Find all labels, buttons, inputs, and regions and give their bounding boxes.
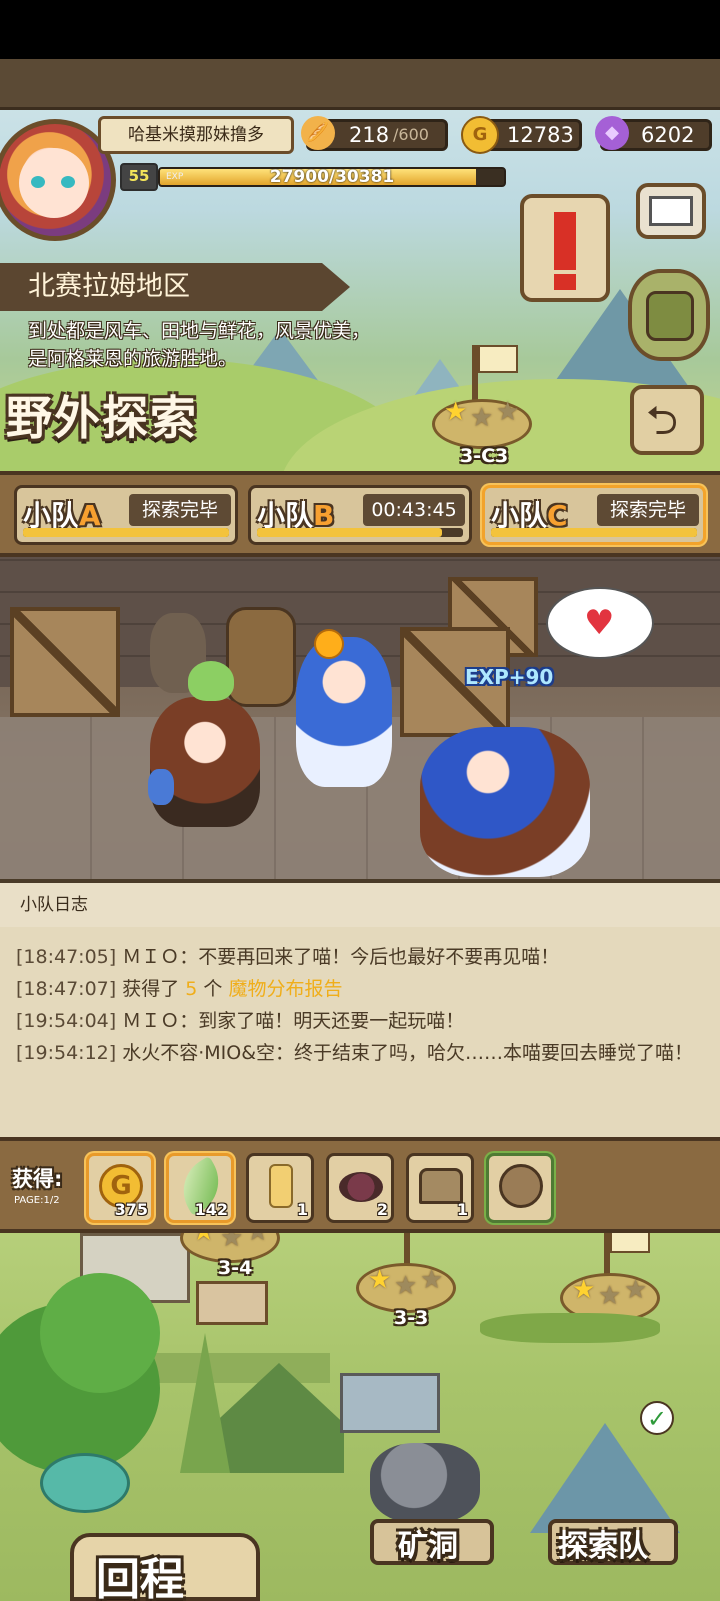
- gold-counter[interactable]: G 12783: [461, 116, 582, 154]
- purple-gem-icon: ◆: [595, 116, 629, 150]
- team-c-button[interactable]: 小队C 探索完毕: [482, 485, 706, 545]
- rewards-page[interactable]: PAGE:1/2: [14, 1195, 60, 1206]
- market-stall: [340, 1373, 440, 1433]
- check-icon: ✓: [640, 1401, 674, 1435]
- paired-characters[interactable]: [420, 727, 590, 877]
- potion-bottle-icon: [269, 1164, 293, 1208]
- team-a-status: 探索完毕: [129, 494, 231, 526]
- player-name: 哈基米摸那妹撸多: [98, 116, 294, 154]
- speech-bubble: ♥: [546, 587, 654, 659]
- swirl-portal-icon: [40, 1453, 130, 1513]
- cat-girl-character[interactable]: [150, 697, 260, 827]
- rewards-bar: 获得: PAGE:1/2 G 375 142 1 2 1: [0, 1137, 720, 1233]
- rewards-label: 获得:: [12, 1167, 63, 1191]
- log-entry: [19:54:04] ＭＩＯ：到家了喵！明天还要一起玩喵！: [16, 1010, 465, 1032]
- star-icon: ★: [470, 403, 494, 433]
- chibi-companion: [148, 769, 174, 805]
- mine-label: 矿洞: [398, 1529, 458, 1564]
- back-arrow-icon: ⮌: [646, 398, 679, 444]
- field-exploration-title: 野外探索: [6, 391, 198, 445]
- team-b-button[interactable]: 小队B 00:43:45: [248, 485, 472, 545]
- team-selector: 小队A 探索完毕 小队B 00:43:45 小队C 探索完毕: [0, 471, 720, 557]
- game-screen: 哈基米摸那妹撸多 🥖 218 /600 G 12783 ◆ 6202 55 EX…: [0, 59, 720, 1601]
- sign-board: [196, 1281, 268, 1325]
- team-c-status: 探索完毕: [597, 494, 699, 526]
- team-b-timer: 00:43:45: [363, 494, 465, 526]
- backpack-button[interactable]: [628, 269, 710, 361]
- exp-bar: EXP 27900/30381: [158, 167, 506, 187]
- treasure-chest-icon: [419, 1168, 463, 1204]
- stamina-max: /600: [393, 125, 429, 144]
- reward-slot[interactable]: 2: [326, 1153, 394, 1223]
- stamina-value: 218: [349, 123, 390, 147]
- heart-icon: ♥: [584, 603, 615, 643]
- backpack-icon: [646, 291, 694, 341]
- reward-slot[interactable]: 1: [406, 1153, 474, 1223]
- explore-team-label: 探索队: [558, 1529, 648, 1564]
- wooden-barrel-icon: [499, 1164, 543, 1208]
- stage-label: 3-C3: [460, 445, 509, 467]
- team-a-button[interactable]: 小队A 探索完毕: [14, 485, 238, 545]
- stamina-counter[interactable]: 🥖 218 /600: [301, 116, 448, 151]
- gold-coin-icon: G: [461, 116, 499, 154]
- exp-value: 27900/30381: [269, 167, 395, 187]
- log-entry: [18:47:05] ＭＩＯ：不要再回来了喵！今后也最好不要再见喵！: [16, 946, 560, 968]
- bread-icon: 🥖: [301, 116, 335, 150]
- log-title: 小队日志: [0, 883, 720, 927]
- player-level: 55: [120, 163, 158, 191]
- gold-value: 12783: [507, 123, 574, 147]
- paw-flag-icon: [478, 345, 518, 373]
- mine-rocks-icon: [370, 1443, 480, 1523]
- log-entry: [18:47:07] 获得了 5 个 魔物分布报告: [16, 978, 343, 1000]
- quest-scroll-button[interactable]: [520, 194, 610, 302]
- reward-slot[interactable]: 142: [166, 1153, 234, 1223]
- star-icon: ★: [496, 397, 520, 427]
- orange-icon: [314, 629, 344, 659]
- paw-flag-icon: [610, 1233, 650, 1253]
- return-arrow-button[interactable]: ⮌: [630, 385, 704, 455]
- camp-tent-icon: [530, 1423, 680, 1533]
- crate: [10, 607, 120, 717]
- gem-value: 6202: [641, 123, 695, 147]
- leaf-hat: [188, 661, 234, 701]
- reward-slot[interactable]: 1: [246, 1153, 314, 1223]
- gem-counter[interactable]: ◆ 6202: [595, 116, 712, 151]
- top-bar: [0, 59, 720, 110]
- exclamation-icon: [554, 212, 576, 270]
- reward-slot[interactable]: G 375: [86, 1153, 154, 1223]
- envelope-icon: [649, 196, 693, 226]
- exp-gain-popup: EXP+90: [465, 665, 554, 689]
- reward-slot[interactable]: [486, 1153, 554, 1223]
- world-map: ★ ★ ★ 3-4 ★ ★ ★ 3-3 ★ ★ ★ 3-2: [0, 1233, 720, 1601]
- mail-button[interactable]: [636, 183, 706, 239]
- return-label: 回程: [96, 1554, 184, 1601]
- area-description: 到处都是风车、田地与鲜花，风景优美，是阿格莱恩的旅游胜地。: [28, 320, 371, 370]
- ore-pile-icon: [339, 1172, 383, 1202]
- blue-hair-character[interactable]: [296, 637, 392, 787]
- log-entry: [19:54:12] 水火不容·MIO&空：终于结束了吗，哈欠……本喵要回去睡觉…: [16, 1042, 694, 1064]
- star-icon: ★: [444, 397, 468, 427]
- area-name: 北赛拉姆地区: [0, 263, 350, 311]
- barrel: [226, 607, 296, 707]
